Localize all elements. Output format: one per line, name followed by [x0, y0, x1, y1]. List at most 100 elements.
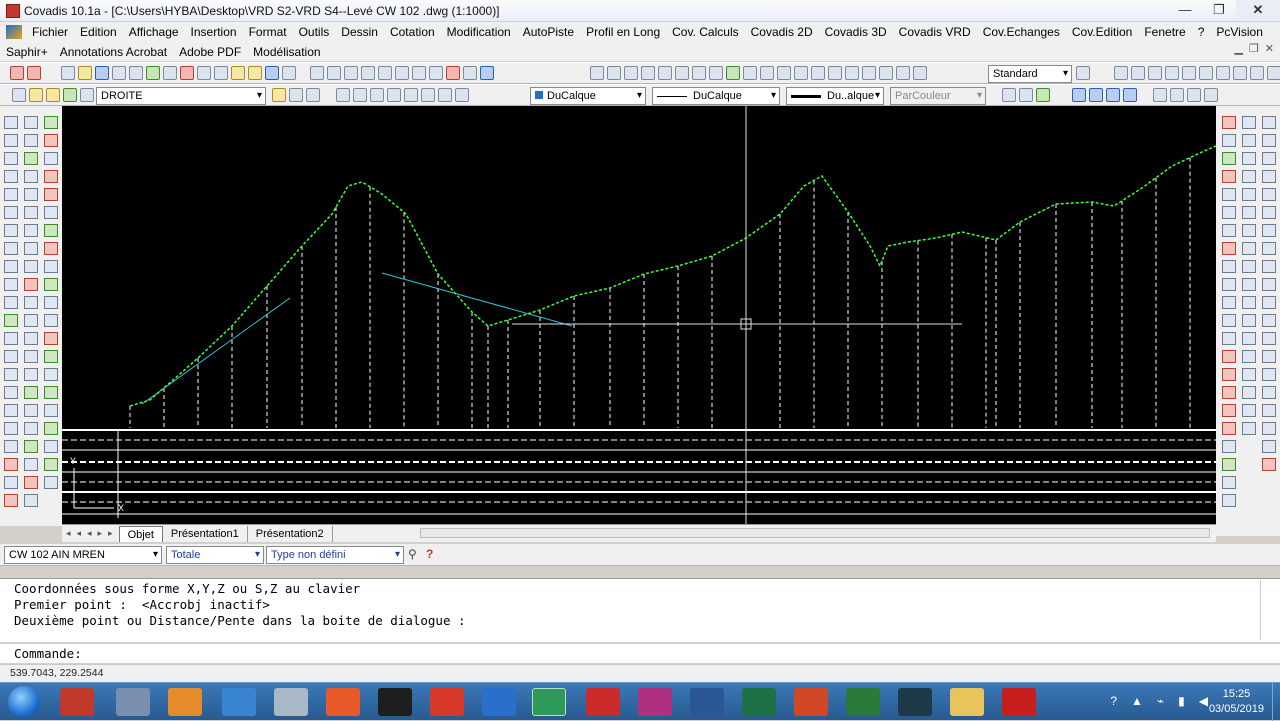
taskbar-app-5-icon[interactable] [274, 688, 308, 716]
cov2-icon[interactable] [27, 66, 41, 80]
r29-icon[interactable] [1242, 224, 1256, 237]
tile-icon[interactable] [1089, 88, 1103, 102]
r53-icon[interactable] [1262, 332, 1276, 345]
region-tool-icon[interactable] [4, 404, 18, 417]
cov-left-3-icon[interactable] [4, 494, 18, 507]
zoom-center-icon[interactable] [370, 88, 384, 102]
minimize-button[interactable]: — [1168, 0, 1202, 20]
zoom-object-icon[interactable] [387, 88, 401, 102]
menu-profil-en-long[interactable]: Profil en Long [580, 22, 666, 42]
menu-covadis-2d[interactable]: Covadis 2D [745, 22, 819, 42]
tool-palettes-icon[interactable] [412, 66, 426, 80]
lineweight-combo[interactable]: Du..alque [786, 87, 884, 105]
r30-icon[interactable] [1242, 242, 1256, 255]
r12-icon[interactable] [1222, 314, 1236, 327]
zoom-all-icon[interactable] [438, 88, 452, 102]
layer-combo[interactable]: DROITE [96, 87, 266, 105]
cov-tool-11-icon[interactable] [44, 296, 58, 309]
doc-restore-icon[interactable]: ❐ [1249, 42, 1259, 55]
r55-icon[interactable] [1262, 368, 1276, 381]
document-menu-icon[interactable] [6, 25, 22, 39]
r35-icon[interactable] [1242, 332, 1256, 345]
arc-tool-icon[interactable] [4, 206, 18, 219]
dim-update-icon[interactable] [913, 66, 927, 80]
r50-icon[interactable] [1262, 278, 1276, 291]
mtext-tool-icon[interactable] [4, 440, 18, 453]
r24-icon[interactable] [1242, 134, 1256, 147]
taskbar-browser-icon[interactable] [222, 688, 256, 716]
dim-break-icon[interactable] [794, 66, 808, 80]
help-tray-icon[interactable]: ? [1110, 694, 1117, 708]
radius-dim-icon[interactable] [658, 66, 672, 80]
diameter-dim-icon[interactable] [692, 66, 706, 80]
tray-arrow-icon[interactable]: ▲ [1131, 694, 1143, 708]
r43-icon[interactable] [1262, 152, 1276, 165]
r8-icon[interactable] [1222, 242, 1236, 255]
r14-icon[interactable] [1222, 350, 1236, 363]
plotstyle-combo[interactable]: ParCouleur [890, 87, 986, 105]
ucs-world-icon[interactable] [1131, 66, 1145, 80]
r2-icon[interactable] [1222, 134, 1236, 147]
taskbar-word-icon[interactable] [690, 688, 724, 716]
command-input[interactable]: Commande: [0, 643, 1280, 663]
clock[interactable]: 15:25 03/05/2019 [1209, 687, 1264, 717]
r56-icon[interactable] [1262, 386, 1276, 399]
ucs-view-icon[interactable] [1199, 66, 1213, 80]
r38-icon[interactable] [1242, 386, 1256, 399]
r49-icon[interactable] [1262, 260, 1276, 273]
zoom-in-icon[interactable] [404, 88, 418, 102]
taskbar-app-1-icon[interactable] [60, 688, 94, 716]
save-icon[interactable] [95, 66, 109, 80]
markup-icon[interactable] [446, 66, 460, 80]
rotate-tool-icon[interactable] [24, 224, 38, 237]
tab-presentation2[interactable]: Présentation2 [248, 525, 333, 542]
menu-adobe-pdf[interactable]: Adobe PDF [173, 45, 247, 59]
horizontal-scrollbar[interactable] [420, 528, 1210, 538]
cov-tool-7-icon[interactable] [44, 224, 58, 237]
color-combo[interactable]: DuCalque [530, 87, 646, 105]
menu-affichage[interactable]: Affichage [123, 22, 185, 42]
make-block-icon[interactable] [4, 332, 18, 345]
menu-saphir[interactable]: Saphir+ [0, 45, 54, 59]
r9-icon[interactable] [1222, 260, 1236, 273]
r7-icon[interactable] [1222, 224, 1236, 237]
zoom-window-icon[interactable] [344, 66, 358, 80]
r51-icon[interactable] [1262, 296, 1276, 309]
render-icon[interactable] [1036, 88, 1050, 102]
menu-fichier[interactable]: Fichier [26, 22, 74, 42]
cut-icon[interactable] [180, 66, 194, 80]
viewport-icon[interactable] [1019, 88, 1033, 102]
named-views-icon[interactable] [1002, 88, 1016, 102]
cov-tool-19-icon[interactable] [44, 440, 58, 453]
arrange-icon[interactable] [1106, 88, 1120, 102]
ucs-object-icon[interactable] [1182, 66, 1196, 80]
menu-help[interactable]: ? [1192, 22, 1211, 42]
inspection-icon[interactable] [845, 66, 859, 80]
dim-space-icon[interactable] [777, 66, 791, 80]
menu-edition[interactable]: Edition [74, 22, 123, 42]
cov-left-icon[interactable] [4, 458, 18, 471]
fillet-tool-icon[interactable] [24, 368, 38, 381]
scale-tool-icon[interactable] [24, 242, 38, 255]
type-combo[interactable]: Type non défini [266, 546, 404, 564]
r47-icon[interactable] [1262, 224, 1276, 237]
help-icon[interactable] [480, 66, 494, 80]
menu-cotation[interactable]: Cotation [384, 22, 441, 42]
mirror-tool-icon[interactable] [24, 152, 38, 165]
r15-icon[interactable] [1222, 368, 1236, 381]
chamfer-tool-icon[interactable] [24, 350, 38, 363]
r28-icon[interactable] [1242, 206, 1256, 219]
taskbar-app-11-icon[interactable] [586, 688, 620, 716]
jogged-dim-icon[interactable] [675, 66, 689, 80]
polygon-tool-icon[interactable] [4, 170, 18, 183]
extend-tool-icon[interactable] [24, 296, 38, 309]
ucs-x-icon[interactable] [1267, 66, 1280, 80]
cov-tool-16-icon[interactable] [44, 386, 58, 399]
close-all-icon[interactable] [1123, 88, 1137, 102]
table-tool-icon[interactable] [4, 422, 18, 435]
sheet-set-icon[interactable] [429, 66, 443, 80]
menu-outils[interactable]: Outils [293, 22, 336, 42]
cov-tool-2-icon[interactable] [44, 134, 58, 147]
taskbar-app-9-icon[interactable] [482, 688, 516, 716]
join-tool-icon[interactable] [24, 332, 38, 345]
